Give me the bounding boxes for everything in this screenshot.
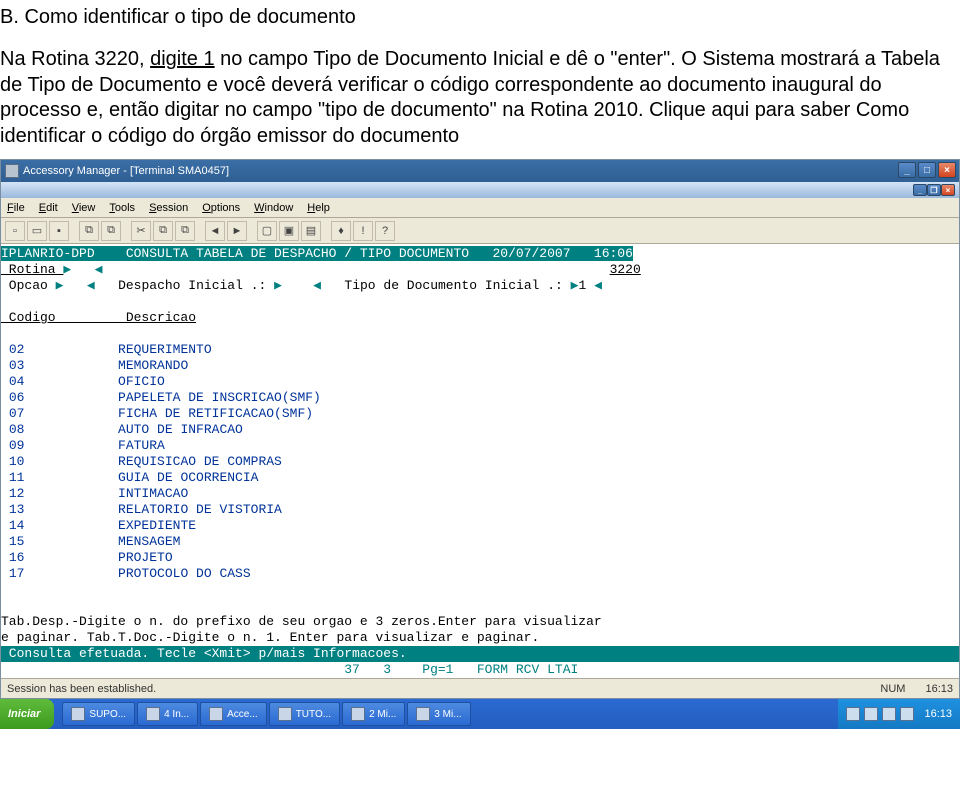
opcao-label: Opcao: [1, 278, 56, 293]
para-u: digite 1: [150, 48, 215, 70]
tray-icon[interactable]: [882, 707, 896, 721]
tool-open-icon[interactable]: ▭: [27, 221, 47, 241]
taskbar-item[interactable]: Acce...: [200, 702, 267, 726]
terminal-status-1: Consulta efetuada. Tecle <Xmit> p/mais I…: [1, 646, 959, 662]
mdi-restore-button[interactable]: ❐: [927, 184, 941, 196]
toolbar: ▫ ▭ ▪ ⧉ ⧉ ✂ ⧉ ⧉ ◄ ► ▢ ▣ ▤ ♦ ! ?: [1, 218, 959, 244]
taskbar-item[interactable]: SUPO...: [62, 702, 135, 726]
help-line-2: e paginar. Tab.T.Doc.-Digite o n. 1. Ent…: [1, 630, 539, 645]
task-label: Acce...: [227, 709, 258, 720]
app-status-bar: Session has been established. NUM 16:13: [1, 678, 959, 698]
task-icon: [209, 707, 223, 721]
taskbar-item[interactable]: TUTO...: [269, 702, 340, 726]
menu-help[interactable]: Help: [307, 202, 330, 214]
menu-session[interactable]: Session: [149, 202, 188, 214]
task-label: 2 Mi...: [369, 709, 396, 720]
para-a: Na Rotina 3220,: [0, 48, 150, 70]
task-label: 3 Mi...: [434, 709, 461, 720]
tool-screen3-icon[interactable]: ▤: [301, 221, 321, 241]
tool-copy2-icon[interactable]: ⧉: [153, 221, 173, 241]
windows-taskbar: Iniciar SUPO... 4 In... Acce... TUTO... 2 Mi…: [0, 699, 960, 729]
tray-icon[interactable]: [900, 707, 914, 721]
tool-next-icon[interactable]: ►: [227, 221, 247, 241]
task-icon: [278, 707, 292, 721]
status-num: NUM: [880, 683, 905, 695]
app-icon: [5, 164, 19, 178]
tool-prev-icon[interactable]: ◄: [205, 221, 225, 241]
taskbar-item[interactable]: 3 Mi...: [407, 702, 470, 726]
tool-warn-icon[interactable]: !: [353, 221, 373, 241]
start-label: Iniciar: [8, 708, 40, 720]
column-headers: Codigo Descricao: [1, 310, 196, 325]
despacho-label: Despacho Inicial .:: [118, 278, 274, 293]
minimize-button[interactable]: _: [898, 162, 916, 178]
tipo-doc-label: Tipo de Documento Inicial .:: [344, 278, 570, 293]
task-label: SUPO...: [89, 709, 126, 720]
rotina-field[interactable]: 3220: [610, 262, 641, 277]
tool-paste-icon[interactable]: ⧉: [101, 221, 121, 241]
tool-new-icon[interactable]: ▫: [5, 221, 25, 241]
taskbar-item[interactable]: 4 In...: [137, 702, 198, 726]
menu-bar: File Edit View Tools Session Options Win…: [1, 198, 959, 218]
session-status: Session has been established.: [7, 683, 156, 695]
menu-tools[interactable]: Tools: [109, 202, 135, 214]
menu-edit[interactable]: Edit: [39, 202, 58, 214]
tool-help-icon[interactable]: ?: [375, 221, 395, 241]
close-button[interactable]: ×: [938, 162, 956, 178]
menu-view[interactable]: View: [72, 202, 96, 214]
task-icon: [146, 707, 160, 721]
doc-heading: B. Como identificar o tipo de documento: [0, 6, 960, 29]
rotina-label: Rotina: [1, 262, 63, 277]
task-label: 4 In...: [164, 709, 189, 720]
start-button[interactable]: Iniciar: [0, 699, 54, 729]
app-window: Accessory Manager - [Terminal SMA0457] _…: [0, 159, 960, 699]
help-line-1: Tab.Desp.-Digite o n. do prefixo de seu …: [1, 614, 602, 629]
tool-screen2-icon[interactable]: ▣: [279, 221, 299, 241]
terminal-screen[interactable]: IPLANRIO-DPD CONSULTA TABELA DE DESPACHO…: [1, 244, 959, 646]
maximize-button[interactable]: □: [918, 162, 936, 178]
menu-options[interactable]: Options: [202, 202, 240, 214]
window-title: Accessory Manager - [Terminal SMA0457]: [23, 165, 229, 177]
task-icon: [416, 707, 430, 721]
tray-clock: 16:13: [924, 708, 952, 720]
menu-file[interactable]: File: [7, 202, 25, 214]
system-tray[interactable]: 16:13: [838, 699, 960, 729]
task-icon: [71, 707, 85, 721]
mdi-titlebar: _ ❐ ×: [1, 182, 959, 198]
tool-transmit-icon[interactable]: ♦: [331, 221, 351, 241]
tool-save-icon[interactable]: ▪: [49, 221, 69, 241]
tipo-doc-field[interactable]: 1: [578, 278, 586, 293]
tool-copy-icon[interactable]: ⧉: [79, 221, 99, 241]
terminal-status-2: 37 3 Pg=1 FORM RCV LTAI: [1, 662, 959, 678]
tool-cut-icon[interactable]: ✂: [131, 221, 151, 241]
tray-icon[interactable]: [846, 707, 860, 721]
tool-screen1-icon[interactable]: ▢: [257, 221, 277, 241]
tray-icon[interactable]: [864, 707, 878, 721]
window-titlebar[interactable]: Accessory Manager - [Terminal SMA0457] _…: [1, 160, 959, 182]
terminal-header-line: IPLANRIO-DPD CONSULTA TABELA DE DESPACHO…: [1, 246, 633, 261]
menu-window[interactable]: Window: [254, 202, 293, 214]
mdi-close-button[interactable]: ×: [941, 184, 955, 196]
tool-paste2-icon[interactable]: ⧉: [175, 221, 195, 241]
task-label: TUTO...: [296, 709, 331, 720]
table-rows: 02 REQUERIMENTO 03 MEMORANDO 04 OFICIO 0…: [1, 342, 959, 582]
taskbar-item[interactable]: 2 Mi...: [342, 702, 405, 726]
task-icon: [351, 707, 365, 721]
mdi-minimize-button[interactable]: _: [913, 184, 927, 196]
status-clock: 16:13: [925, 683, 953, 695]
doc-paragraph: Na Rotina 3220, digite 1 no campo Tipo d…: [0, 47, 960, 149]
